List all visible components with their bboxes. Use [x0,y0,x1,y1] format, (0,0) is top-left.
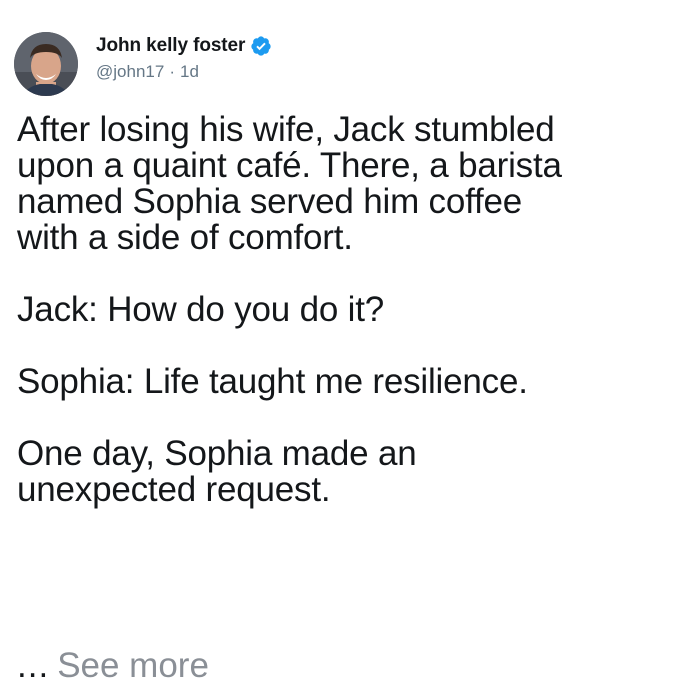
truncation-ellipsis: ... [17,646,50,685]
author-display-name[interactable]: John kelly foster [96,35,245,57]
tweet-paragraph: One day, Sophia made an unexpected reque… [17,434,417,509]
tweet-paragraph: Jack: How do you do it? [17,290,384,329]
tweet-card: John kelly foster @john17 · 1d After losin… [0,0,700,700]
see-more-link[interactable]: ... See more [17,648,209,684]
see-more-label[interactable]: See more [57,646,209,685]
author-block: John kelly foster @john17 · 1d [96,34,272,82]
author-handle[interactable]: @john17 [96,62,164,81]
tweet-paragraph: After losing his wife, Jack stumbled upo… [17,110,562,257]
verified-badge-icon [250,35,272,57]
avatar-photo [14,32,78,96]
meta-separator: · [169,62,175,81]
author-name-row: John kelly foster [96,34,272,58]
tweet-paragraph: Sophia: Life taught me resilience. [17,362,528,401]
tweet-age[interactable]: 1d [180,62,199,81]
avatar[interactable] [14,32,78,96]
tweet-body: After losing his wife, Jack stumbled upo… [17,112,687,508]
author-meta-row: @john17 · 1d [96,62,272,82]
